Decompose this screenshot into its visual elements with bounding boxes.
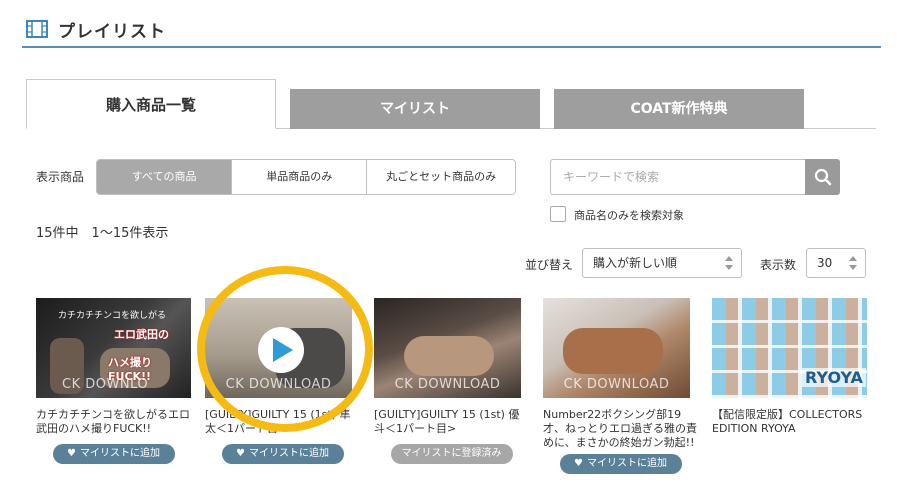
product-card: CK DOWNLOAD [GUILTY]GUILTY 15 (1st) 優斗＜1… xyxy=(374,298,529,464)
film-icon xyxy=(26,20,48,38)
heart-icon: ♥ xyxy=(67,448,76,459)
tab-bar: 購入商品一覧 マイリスト COAT新作特典 xyxy=(26,79,876,129)
filter-set-button[interactable]: 丸ごとセット商品のみ xyxy=(366,160,515,194)
title-only-checkbox[interactable] xyxy=(550,206,566,222)
search-icon xyxy=(814,168,832,186)
add-to-mylist-label: マイリストに追加 xyxy=(79,448,160,459)
filter-single-button[interactable]: 単品商品のみ xyxy=(231,160,367,194)
mylist-registered-button[interactable]: マイリストに登録済み xyxy=(390,444,513,464)
add-to-mylist-button[interactable]: ♥ マイリストに追加 xyxy=(559,454,682,474)
thumbnail-watermark: CK DOWNLOAD xyxy=(394,377,501,392)
per-page-select[interactable]: 30 xyxy=(806,248,866,278)
add-to-mylist-button[interactable]: ♥ マイリストに追加 xyxy=(221,444,344,464)
play-button[interactable] xyxy=(258,327,304,373)
product-title[interactable]: 【配信限定版】COLLECTORS EDITION RYOYA xyxy=(712,408,867,438)
add-to-mylist-button[interactable]: ♥ マイリストに追加 xyxy=(52,444,175,464)
tab-purchased[interactable]: 購入商品一覧 xyxy=(26,79,276,129)
heart-icon: ♥ xyxy=(236,448,245,459)
select-arrows-icon xyxy=(849,256,857,270)
page-header: プレイリスト xyxy=(22,12,881,48)
tab-mylist[interactable]: マイリスト xyxy=(290,89,540,129)
product-filter: すべての商品 単品商品のみ 丸ごとセット商品のみ xyxy=(96,159,516,195)
thumbnail-watermark: CK DOWNLOAD xyxy=(563,377,670,392)
filter-all-button[interactable]: すべての商品 xyxy=(97,160,232,194)
result-count: 15件中 1～15件表示 xyxy=(36,226,169,241)
product-thumbnail[interactable]: カチカチチンコを欲しがる エロ武田の ハメ撮りFUCK!! CK DOWNLO xyxy=(36,298,191,398)
product-thumbnail[interactable]: CK DOWNLOAD xyxy=(374,298,521,398)
title-only-label: 商品名のみを検索対象 xyxy=(574,209,684,222)
product-title[interactable]: Number22ボクシング部19才、ねっとりエロ過ぎる雅の責めに、まさかの終始ガ… xyxy=(543,408,698,452)
heart-icon: ♥ xyxy=(574,458,583,469)
sort-select[interactable]: 購入が新しい順 xyxy=(582,248,742,278)
product-title[interactable]: [GUILTY]GUILTY 15 (1st) 優斗＜1パート目> xyxy=(374,408,529,438)
select-arrows-icon xyxy=(725,256,733,270)
thumbnail-caption: カチカチチンコを欲しがる xyxy=(58,311,167,321)
per-page-value: 30 xyxy=(817,256,833,270)
product-card: RYOYA 【配信限定版】COLLECTORS EDITION RYOYA xyxy=(712,298,867,438)
thumbnail-figure xyxy=(563,328,663,374)
filter-label: 表示商品 xyxy=(36,170,85,184)
search-button[interactable] xyxy=(805,159,840,195)
play-icon xyxy=(273,338,293,362)
thumbnail-figure xyxy=(404,336,494,376)
product-card: CK DOWNLOAD Number22ボクシング部19才、ねっとりエロ過ぎる雅… xyxy=(543,298,698,474)
search-input[interactable] xyxy=(550,159,805,195)
search-box xyxy=(550,159,840,195)
page-title: プレイリスト xyxy=(58,22,166,42)
add-to-mylist-label: マイリストに追加 xyxy=(248,448,329,459)
thumbnail-caption: エロ武田の xyxy=(114,328,169,341)
product-card: カチカチチンコを欲しがる エロ武田の ハメ撮りFUCK!! CK DOWNLO … xyxy=(36,298,191,464)
sort-select-value: 購入が新しい順 xyxy=(593,256,678,270)
product-title[interactable]: カチカチチンコを欲しがるエロ武田のハメ撮りFUCK!! xyxy=(36,408,191,438)
thumbnail-watermark: CK DOWNLO xyxy=(62,377,149,392)
add-to-mylist-label: マイリストに追加 xyxy=(586,458,667,469)
product-thumbnail[interactable]: RYOYA xyxy=(712,298,867,398)
per-page-label: 表示数 xyxy=(760,258,797,272)
product-thumbnail[interactable]: CK DOWNLOAD xyxy=(543,298,690,398)
thumbnail-caption: RYOYA xyxy=(802,368,866,387)
sort-label: 並び替え xyxy=(525,258,574,272)
tab-coat-bonus[interactable]: COAT新作特典 xyxy=(554,89,804,129)
